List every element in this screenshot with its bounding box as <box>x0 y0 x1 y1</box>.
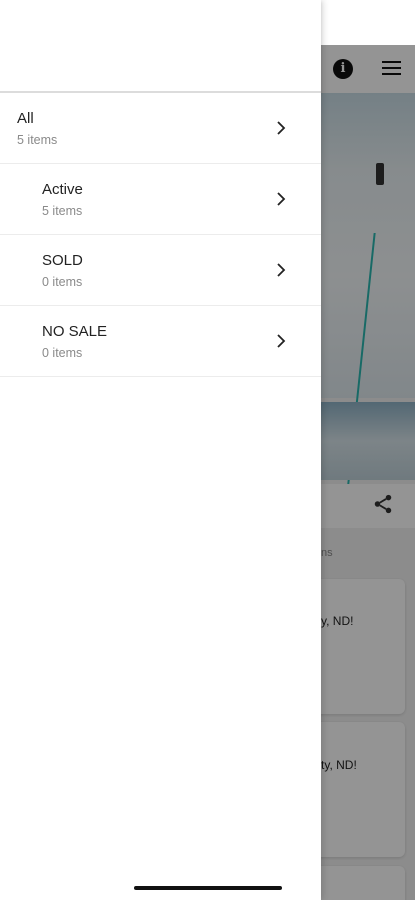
drawer-item-count: 0 items <box>42 275 83 289</box>
drawer-item-count: 5 items <box>17 133 58 147</box>
chevron-right-icon <box>277 192 286 206</box>
drawer-item-count: 0 items <box>42 346 83 360</box>
drawer-item-active[interactable]: Active 5 items <box>0 164 321 235</box>
home-indicator[interactable] <box>134 886 282 890</box>
chevron-right-icon <box>277 121 286 135</box>
drawer-item-label: NO SALE <box>42 323 108 340</box>
chevron-right-icon <box>277 263 286 277</box>
drawer-item-sold[interactable]: SOLD 0 items <box>0 235 321 306</box>
drawer-item-no-sale[interactable]: NO SALE 0 items <box>0 306 321 377</box>
drawer-item-all[interactable]: All 5 items <box>0 93 321 164</box>
drawer-item-label: All <box>17 110 34 127</box>
drawer-header <box>0 0 321 93</box>
chevron-right-icon <box>277 334 286 348</box>
drawer-item-label: Active <box>42 181 83 198</box>
filter-drawer: All 5 items Active 5 items SOLD 0 items … <box>0 0 321 900</box>
drawer-list: All 5 items Active 5 items SOLD 0 items … <box>0 93 321 377</box>
drawer-item-label: SOLD <box>42 252 83 269</box>
drawer-item-count: 5 items <box>42 204 83 218</box>
